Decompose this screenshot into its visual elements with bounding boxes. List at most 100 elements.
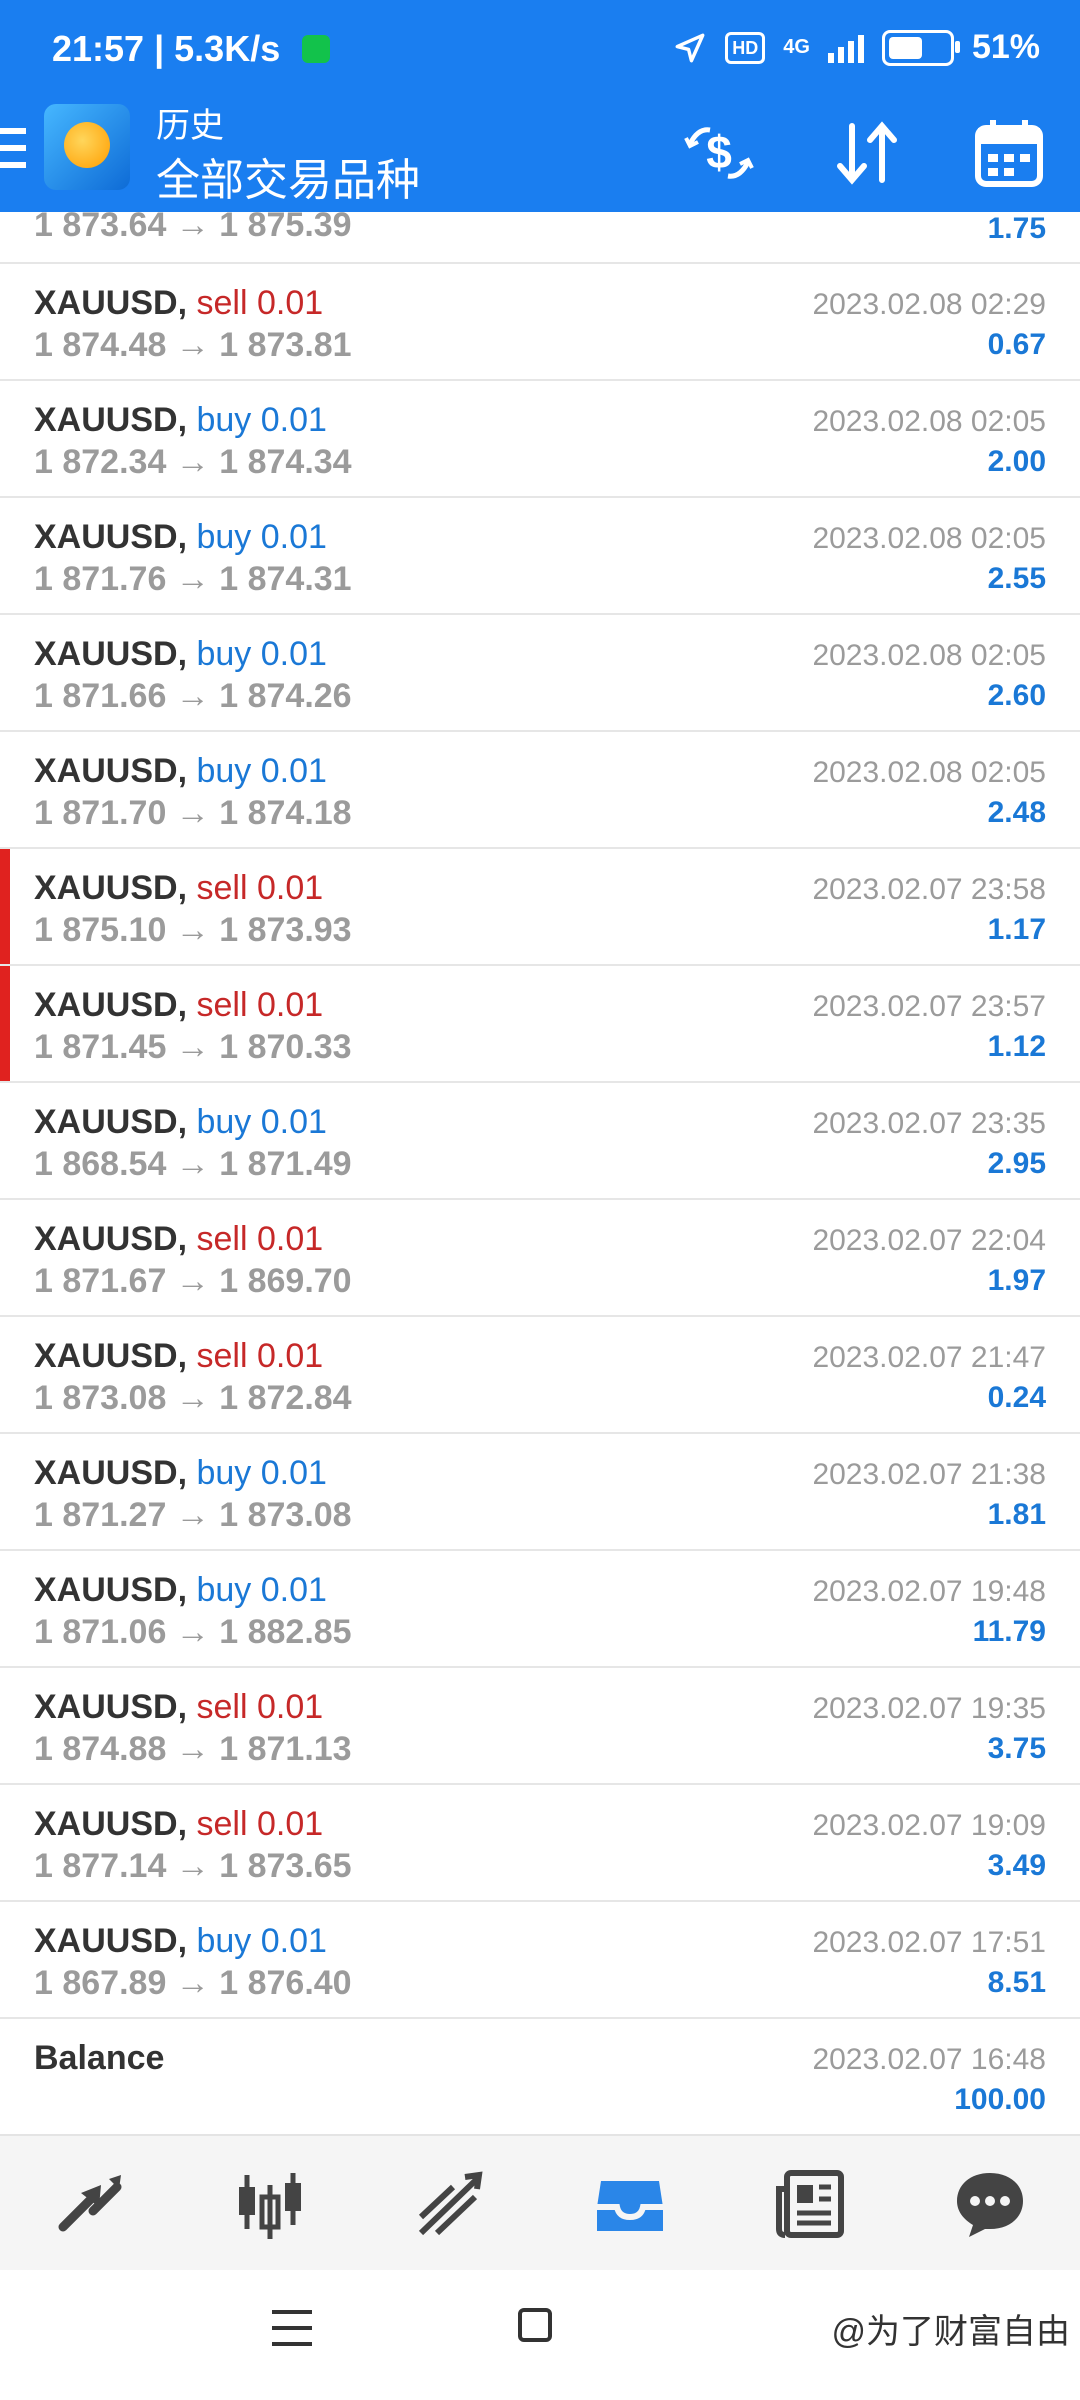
wechat-icon <box>302 35 331 63</box>
deal-profit: 1.17 <box>987 913 1046 946</box>
deal-prices: 1 871.76 → 1 874.31 <box>34 560 352 598</box>
app-logo <box>44 104 130 190</box>
deal-type: sell <box>196 1220 248 1258</box>
deal-row[interactable]: XAUUSD, sell 0.01 2023.02.07 19:09 1 877.1… <box>0 1785 1080 1902</box>
deal-date: 2023.02.08 02:05 <box>812 756 1046 789</box>
deal-profit: 1.75 <box>987 212 1046 245</box>
deal-type: buy <box>196 635 252 673</box>
chart-tab[interactable] <box>230 2164 310 2244</box>
inbox-icon <box>597 2181 663 2231</box>
deal-profit: 2.60 <box>987 679 1046 712</box>
deal-symbol: XAUUSD, <box>34 635 188 673</box>
deal-symbol: XAUUSD, <box>34 1688 188 1726</box>
deal-symbol: XAUUSD, <box>34 1571 188 1609</box>
deal-row[interactable]: XAUUSD, buy 0.01 2023.02.07 19:48 1 871.06… <box>0 1551 1080 1668</box>
deal-title: XAUUSD, sell 0.01 <box>34 1220 323 1259</box>
newspaper-icon <box>776 2170 844 2238</box>
deal-prices: 1 872.34 → 1 874.34 <box>34 443 352 481</box>
deal-symbol: XAUUSD, <box>34 986 188 1024</box>
bottom-tab-bar <box>0 2134 1080 2272</box>
deal-volume: 0.01 <box>260 752 327 790</box>
status-bar: 21:57 | 5.3K/s HD 4G 51% <box>0 0 1080 100</box>
deal-profit: 0.67 <box>987 328 1046 361</box>
deal-date: 2023.02.07 19:09 <box>812 1809 1046 1842</box>
deal-type: buy <box>196 1571 252 1609</box>
deal-title: XAUUSD, buy 0.01 <box>34 1922 327 1961</box>
deal-type: buy <box>196 1922 252 1960</box>
deal-symbol: XAUUSD, <box>34 518 188 556</box>
deal-prices: 1 874.48 → 1 873.81 <box>34 326 352 364</box>
menu-icon[interactable] <box>0 128 26 168</box>
deal-profit: 8.51 <box>987 1966 1046 1999</box>
deal-symbol: XAUUSD, <box>34 1805 188 1843</box>
deal-row[interactable]: XAUUSD, sell 0.01 2023.02.07 21:47 1 873.0… <box>0 1317 1080 1434</box>
deal-date: 2023.02.08 02:05 <box>812 639 1046 672</box>
deal-profit: 3.49 <box>987 1849 1046 1882</box>
deal-row[interactable]: XAUUSD, sell 0.01 2023.02.07 19:35 1 874.8… <box>0 1668 1080 1785</box>
deal-row[interactable]: XAUUSD, sell 0.01 2023.02.08 02:29 1 874.4… <box>0 264 1080 381</box>
deal-symbol: XAUUSD, <box>34 869 188 907</box>
deal-volume: 0.01 <box>260 1103 327 1141</box>
deal-type: sell <box>196 284 248 322</box>
balance-row[interactable]: Balance 2023.02.07 16:48 100.00 <box>0 2019 1080 2134</box>
deal-volume: 0.01 <box>256 284 324 322</box>
deal-symbol: XAUUSD, <box>34 1454 188 1492</box>
chat-tab[interactable] <box>950 2164 1030 2244</box>
deal-title: XAUUSD, sell 0.01 <box>34 869 323 908</box>
deal-date: 2023.02.07 17:51 <box>812 1926 1046 1959</box>
deal-row[interactable]: XAUUSD, buy 0.01 2023.02.08 02:05 1 871.66… <box>0 615 1080 732</box>
deal-title: XAUUSD, sell 0.01 <box>34 284 323 323</box>
deal-volume: 0.01 <box>256 1337 324 1375</box>
deal-symbol: XAUUSD, <box>34 1922 188 1960</box>
deal-volume: 0.01 <box>260 1922 327 1960</box>
deal-row[interactable]: XAUUSD, sell 0.01 2023.02.07 23:57 1 871.4… <box>0 966 1080 1083</box>
deal-type: sell <box>196 1805 248 1843</box>
deal-prices: 1 871.45 → 1 870.33 <box>34 1028 352 1066</box>
deal-row[interactable]: XAUUSD, sell 0.01 2023.02.07 23:58 1 875.1… <box>0 849 1080 966</box>
deal-row[interactable]: XAUUSD, buy 0.01 2023.02.08 02:05 1 872.34… <box>0 381 1080 498</box>
deal-title: XAUUSD, buy 0.01 <box>34 1103 327 1142</box>
currency-exchange-button[interactable]: $ <box>680 114 758 192</box>
status-right: HD 4G 51% <box>673 28 1040 67</box>
network-type: 4G <box>783 36 810 58</box>
deal-title: XAUUSD, sell 0.01 <box>34 1337 323 1376</box>
history-tab[interactable] <box>590 2164 670 2244</box>
deal-title: XAUUSD, buy 0.01 <box>34 1454 327 1493</box>
status-left: 21:57 | 5.3K/s <box>52 28 331 70</box>
quotes-tab[interactable] <box>50 2164 130 2244</box>
deal-prices: 1 871.70 → 1 874.18 <box>34 794 352 832</box>
deal-prices: 1 873.64 → 1 875.39 <box>34 212 352 244</box>
battery-icon <box>881 29 960 66</box>
recent-apps-icon[interactable] <box>272 2310 312 2346</box>
deal-date: 2023.02.08 02:29 <box>812 288 1046 321</box>
deal-profit: 2.55 <box>987 562 1046 595</box>
deal-row[interactable]: 1 873.64 → 1 875.39 1.75 <box>0 212 1080 264</box>
deal-volume: 0.01 <box>256 1688 324 1726</box>
app-screen: 21:57 | 5.3K/s HD 4G 51% 历史 全部交易品种 $ 1 8… <box>0 0 1080 2400</box>
deal-row[interactable]: XAUUSD, sell 0.01 2023.02.07 22:04 1 871.6… <box>0 1200 1080 1317</box>
deal-volume: 0.01 <box>260 635 327 673</box>
deal-row[interactable]: XAUUSD, buy 0.01 2023.02.07 17:51 1 867.89… <box>0 1902 1080 2019</box>
home-icon[interactable] <box>518 2308 552 2342</box>
deal-row[interactable]: XAUUSD, buy 0.01 2023.02.08 02:05 1 871.70… <box>0 732 1080 849</box>
deal-symbol: XAUUSD, <box>34 1103 188 1141</box>
deal-prices: 1 871.27 → 1 873.08 <box>34 1496 352 1534</box>
history-list[interactable]: 1 873.64 → 1 875.39 1.75 XAUUSD, sell 0.01… <box>0 212 1080 2134</box>
deal-row[interactable]: XAUUSD, buy 0.01 2023.02.07 21:38 1 871.27… <box>0 1434 1080 1551</box>
deal-row[interactable]: XAUUSD, buy 0.01 2023.02.08 02:05 1 871.76… <box>0 498 1080 615</box>
deal-type: buy <box>196 752 252 790</box>
deal-prices: 1 871.06 → 1 882.85 <box>34 1613 352 1651</box>
deal-title: XAUUSD, sell 0.01 <box>34 1688 323 1727</box>
trade-tab[interactable] <box>410 2164 490 2244</box>
page-title[interactable]: 全部交易品种 <box>156 144 420 208</box>
deal-type: buy <box>196 518 252 556</box>
deal-row[interactable]: XAUUSD, buy 0.01 2023.02.07 23:35 1 868.54… <box>0 1083 1080 1200</box>
calendar-button[interactable] <box>970 114 1048 192</box>
news-tab[interactable] <box>770 2164 850 2244</box>
deal-prices: 1 877.14 → 1 873.65 <box>34 1847 352 1885</box>
deal-profit: 1.81 <box>987 1498 1046 1531</box>
sort-button[interactable] <box>828 114 906 192</box>
deal-symbol: XAUUSD, <box>34 284 188 322</box>
chat-icon <box>957 2173 1023 2237</box>
deal-prices: 1 874.88 → 1 871.13 <box>34 1730 352 1768</box>
